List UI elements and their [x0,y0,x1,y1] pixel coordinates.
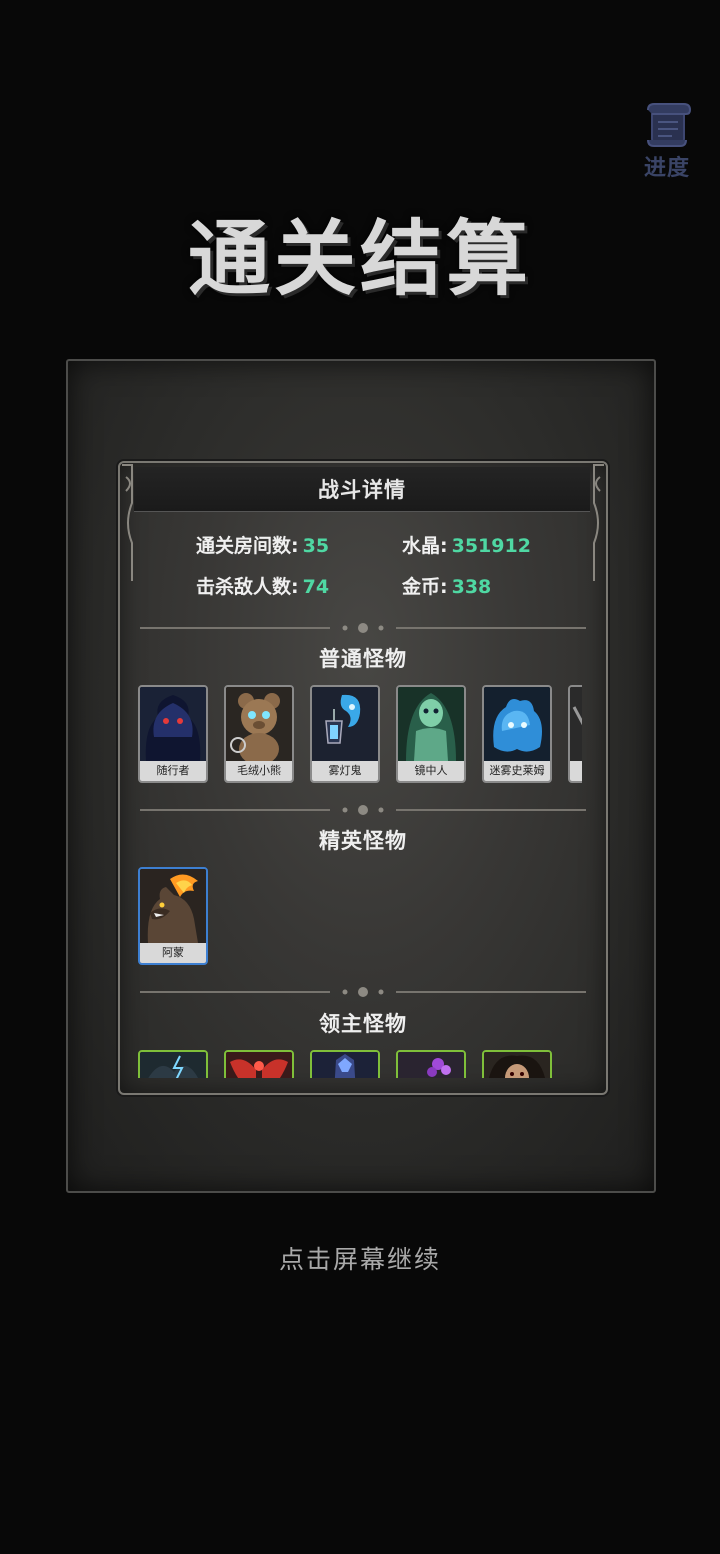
stat-kills: 击杀敌人数: 74 [196,572,329,599]
monster-card[interactable] [396,1050,466,1078]
crimson-moth-icon [226,1052,292,1078]
section-divider [140,805,586,815]
partial-card-icon [570,687,582,761]
monster-card-name: 阿蒙 [140,943,206,963]
monster-card[interactable]: 镜中人 [396,685,466,783]
progress-button[interactable]: 进度 [636,100,698,184]
stat-rooms: 通关房间数: 35 [196,531,329,558]
monster-card[interactable]: 迷雾史莱姆 [482,685,552,783]
stat-kills-value: 74 [302,576,330,598]
continue-prompt[interactable]: 点击屏幕继续 [0,1240,720,1276]
stat-rooms-value: 35 [302,535,330,557]
panel-header: 战斗详情 [134,467,590,512]
mist-slime-icon [484,687,550,761]
monster-card-name: 雾灯鬼 [312,761,378,781]
stat-gold-label: 金币: [402,576,448,598]
normal-monsters-row: 随行者 毛绒小熊 雾灯鬼 镜中人 迷雾史莱姆 [136,685,582,789]
stat-rooms-label: 通关房间数: [196,535,299,557]
monster-card-name: 迷雾史莱姆 [484,761,550,781]
section-divider [140,623,586,633]
stat-kills-label: 击杀敌人数: [196,576,299,598]
stat-gold: 金币: 338 [402,572,491,599]
monster-card[interactable]: 随行者 [138,685,208,783]
fire-wolf-icon [140,869,206,943]
monster-card[interactable] [224,1050,294,1078]
monster-card-name: 毛绒小熊 [226,761,292,781]
monster-card[interactable]: 雾灯鬼 [310,685,380,783]
section-title-boss: 领主怪物 [319,1012,407,1036]
page-title: 通关结算 [187,211,532,307]
stat-gold-value: 338 [451,576,492,598]
stat-crystal-value: 351912 [451,535,531,557]
monster-card[interactable]: 阿蒙 [138,867,208,965]
mirror-ghost-icon [398,687,464,761]
lantern-ghost-icon [312,687,378,761]
stat-crystal: 水晶: 351912 [402,531,531,558]
monster-card-name [570,761,582,781]
elite-monsters-row: 阿蒙 [136,867,582,971]
monster-card[interactable] [310,1050,380,1078]
panel-header-title: 战斗详情 [318,478,406,502]
purple-flora-icon [398,1052,464,1078]
battle-details-panel: 战斗详情 通关房间数: 35 水晶: 351912 击杀敌人数: 74 金币: 338 … [118,461,608,1095]
wild-hair-lord-icon [484,1052,550,1078]
stat-crystal-label: 水晶: [402,535,448,557]
shadow-follower-icon [140,687,206,761]
monster-card[interactable]: 毛绒小熊 [224,685,294,783]
boss-monsters-row [136,1050,582,1078]
monster-card-name: 镜中人 [398,761,464,781]
monster-card[interactable] [482,1050,552,1078]
lightning-beast-icon [140,1052,206,1078]
progress-label: 进度 [643,155,690,181]
monster-card[interactable] [138,1050,208,1078]
section-title-elite: 精英怪物 [319,829,407,853]
section-title-normal: 普通怪物 [319,647,407,671]
frost-knight-icon [312,1052,378,1078]
monster-card[interactable] [568,685,582,783]
teddy-bear-icon [226,687,292,761]
section-divider [140,987,586,997]
monster-card-name: 随行者 [140,761,206,781]
scroll-icon [647,103,692,147]
